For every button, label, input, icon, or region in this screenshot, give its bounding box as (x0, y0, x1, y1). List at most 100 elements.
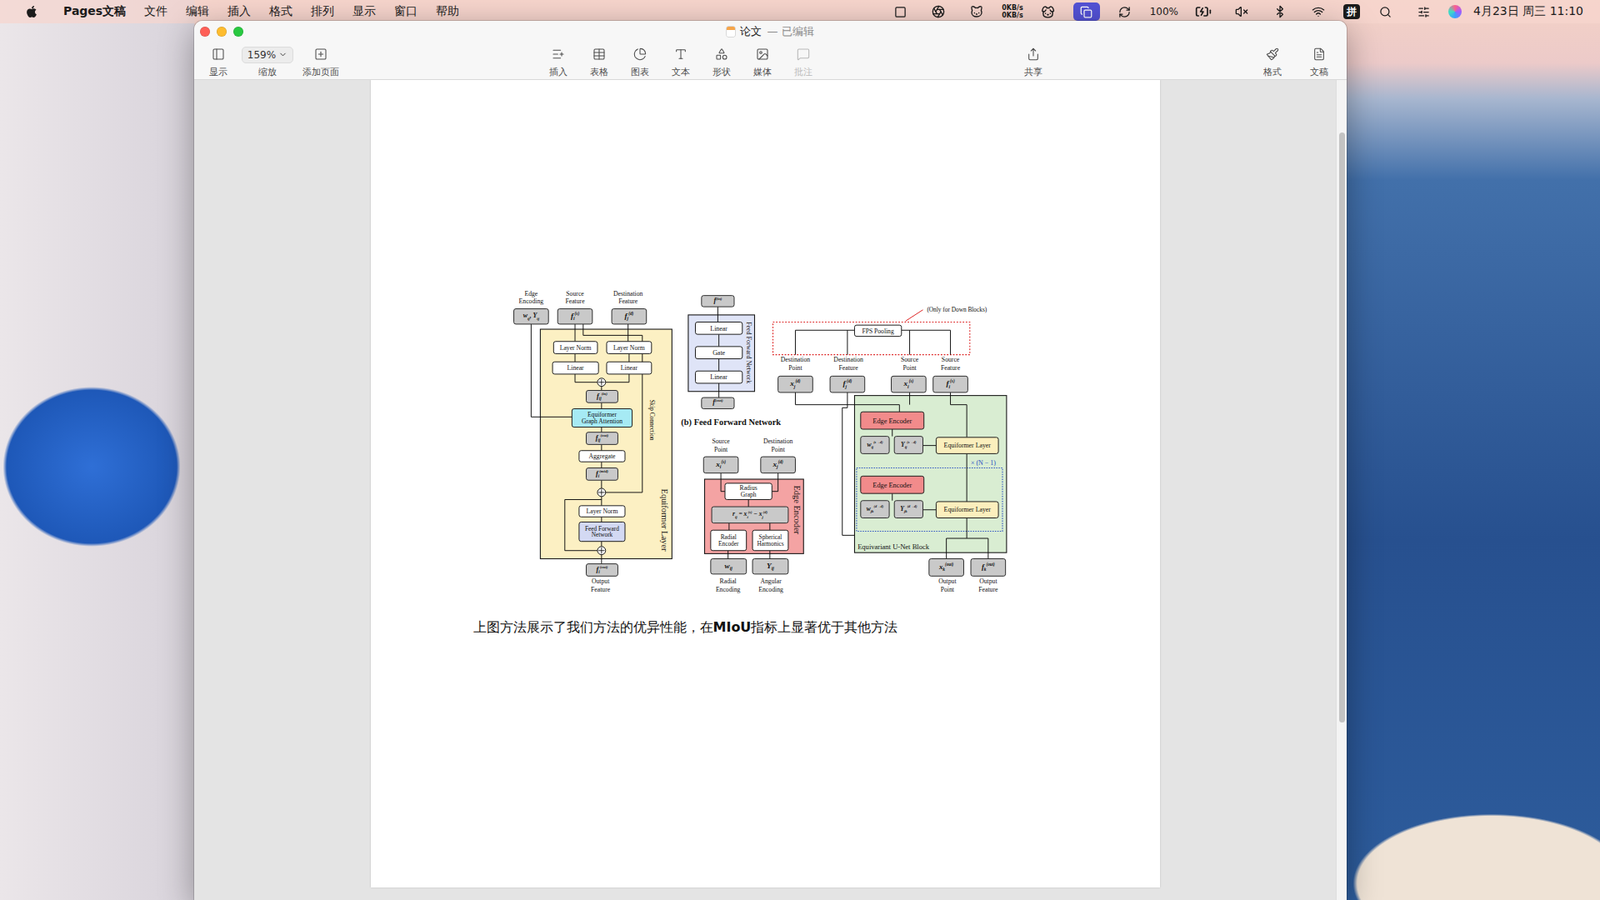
connector (950, 392, 967, 438)
diagram-block: Layer Norm (553, 341, 598, 355)
scrollbar[interactable] (1335, 80, 1347, 900)
connector (600, 541, 602, 547)
desktop: Pages文稿文件编辑插入格式排列显示窗口帮助0KB/s0KB/s100%拼4月… (0, 0, 1600, 900)
tensor-box: wij(s→d) (860, 436, 889, 455)
menu-item[interactable]: 窗口 (394, 4, 418, 20)
svg-text:Layer Norm: Layer Norm (585, 507, 618, 515)
tensor-box: fk(out) (970, 559, 1006, 577)
svg-text:Layer Norm: Layer Norm (612, 344, 645, 352)
menu-item[interactable]: 排列 (310, 4, 335, 20)
diagram-block: Equiformer Layer (935, 437, 999, 455)
toolbar-button[interactable]: 插入 (538, 45, 579, 79)
toolbar-button[interactable]: 图表 (620, 45, 660, 79)
tensor-label: wij (724, 561, 733, 572)
diagram-block: Layer Norm (578, 505, 625, 517)
tensor-label: wjk(d→d) (865, 504, 884, 513)
port-label: RadialEncoding (715, 577, 740, 594)
connector (600, 516, 602, 522)
screen-mirroring-icon[interactable] (1073, 2, 1100, 21)
connector (718, 359, 720, 372)
svg-text:Equiformer Layer: Equiformer Layer (943, 505, 991, 514)
tensor-label: Yjk(d→d) (900, 504, 918, 513)
figure[interactable]: Layer Norm Layer Norm Linear Linear Equiform… (370, 288, 1160, 605)
diagram-block: Linear (605, 361, 651, 375)
vertical-label: Equiformer Layer (660, 489, 670, 552)
connector (720, 473, 725, 492)
connector (966, 518, 989, 560)
battery-icon[interactable] (1190, 2, 1217, 21)
close-button[interactable] (200, 26, 210, 37)
cat-icon[interactable] (963, 2, 990, 21)
menu-item[interactable]: 编辑 (185, 4, 210, 20)
svg-text:EquiformerGraph Attention: EquiformerGraph Attention (580, 410, 622, 425)
apple-icon[interactable] (18, 2, 45, 21)
sync-icon[interactable] (1111, 2, 1139, 21)
diagram-title: × (N − 1) (970, 459, 996, 467)
svg-text:Layer Norm: Layer Norm (559, 344, 591, 352)
bluetooth-icon[interactable] (1266, 2, 1294, 21)
connector (600, 555, 602, 565)
tensor-label: xi(s) (902, 378, 914, 390)
toolbar-button[interactable]: 表格 (579, 45, 620, 79)
connector (718, 383, 720, 398)
share-button[interactable]: 共享 (1013, 45, 1054, 79)
tensor-label: fi(s) (570, 310, 579, 322)
tensor-box: f(out) (700, 397, 734, 409)
writer-icon[interactable] (886, 2, 914, 21)
svg-text:FPS Pooling: FPS Pooling (861, 327, 894, 335)
menu-item[interactable]: 显示 (352, 4, 376, 20)
connector (950, 330, 951, 355)
input-method[interactable]: 拼 (1343, 4, 1360, 20)
toolbar-button[interactable]: 形状 (701, 45, 742, 79)
toolbar-button[interactable]: 添加页面 (297, 45, 345, 79)
connector (600, 496, 602, 506)
connector (728, 523, 730, 531)
search-icon[interactable] (1371, 2, 1399, 21)
toolbar-button[interactable]: 格式 (1252, 45, 1293, 79)
diagram-block: Equiformer Layer (935, 501, 999, 519)
port-label: EdgeEncoding (518, 290, 544, 306)
menu-item[interactable]: 文件 (144, 4, 168, 20)
caption[interactable]: 上图方法展示了我们方法的优异性能，在MIoU指标上显著优于其他方法 (370, 618, 1160, 637)
toolbar-button[interactable]: 媒体 (742, 45, 783, 79)
tensor-box: Yij (752, 559, 789, 575)
connector (891, 493, 893, 501)
port-label: DestinationPoint (762, 437, 793, 454)
app-menu[interactable]: Pages文稿 (63, 4, 126, 20)
port-label: SourceFeature (565, 290, 585, 306)
connector (627, 324, 629, 342)
connector (605, 374, 629, 383)
assistant-icon[interactable] (925, 2, 952, 21)
connector (628, 353, 630, 362)
zoom-select[interactable]: 159% (241, 46, 294, 64)
minimize-button[interactable] (216, 26, 227, 37)
toolbar-button[interactable]: 159%缩放 (240, 45, 295, 79)
toolbar-button[interactable]: 显示 (199, 45, 238, 79)
mute-icon[interactable] (1228, 2, 1255, 21)
connector (600, 444, 602, 450)
connector (727, 550, 729, 560)
svg-text:SphericalHarmonics: SphericalHarmonics (756, 533, 784, 548)
wifi-icon[interactable] (1305, 2, 1332, 21)
page[interactable]: Layer Norm Layer Norm Linear Linear Equiform… (370, 80, 1160, 888)
clock[interactable]: 4月23日 周三 11:10 (1473, 4, 1584, 20)
tensor-label: fij(out) (595, 433, 609, 443)
scrollbar-thumb[interactable] (1339, 132, 1345, 723)
toolbar-button[interactable]: 文本 (660, 45, 701, 79)
tensor-label: Yij (766, 561, 775, 572)
svg-text:Gate: Gate (712, 349, 725, 357)
diagram-title: Equivariant U-Net Block (857, 542, 930, 551)
vertical-label: Edge Encoder (792, 485, 802, 535)
svg-text:Linear: Linear (710, 373, 728, 381)
toolbar-button[interactable]: 文稿 (1299, 45, 1340, 79)
control-center-icon[interactable] (1410, 2, 1437, 21)
menu-item[interactable]: 插入 (227, 4, 251, 20)
connector (909, 330, 910, 355)
siri-icon[interactable] (1448, 5, 1462, 19)
connector (909, 392, 910, 405)
menu-item[interactable]: 格式 (269, 4, 293, 20)
zoom-button[interactable] (233, 26, 244, 37)
tensor-box: rij = xi(s) − xj(d) (711, 506, 789, 524)
menu-item[interactable]: 帮助 (435, 4, 460, 20)
dog-icon[interactable] (1035, 2, 1062, 21)
